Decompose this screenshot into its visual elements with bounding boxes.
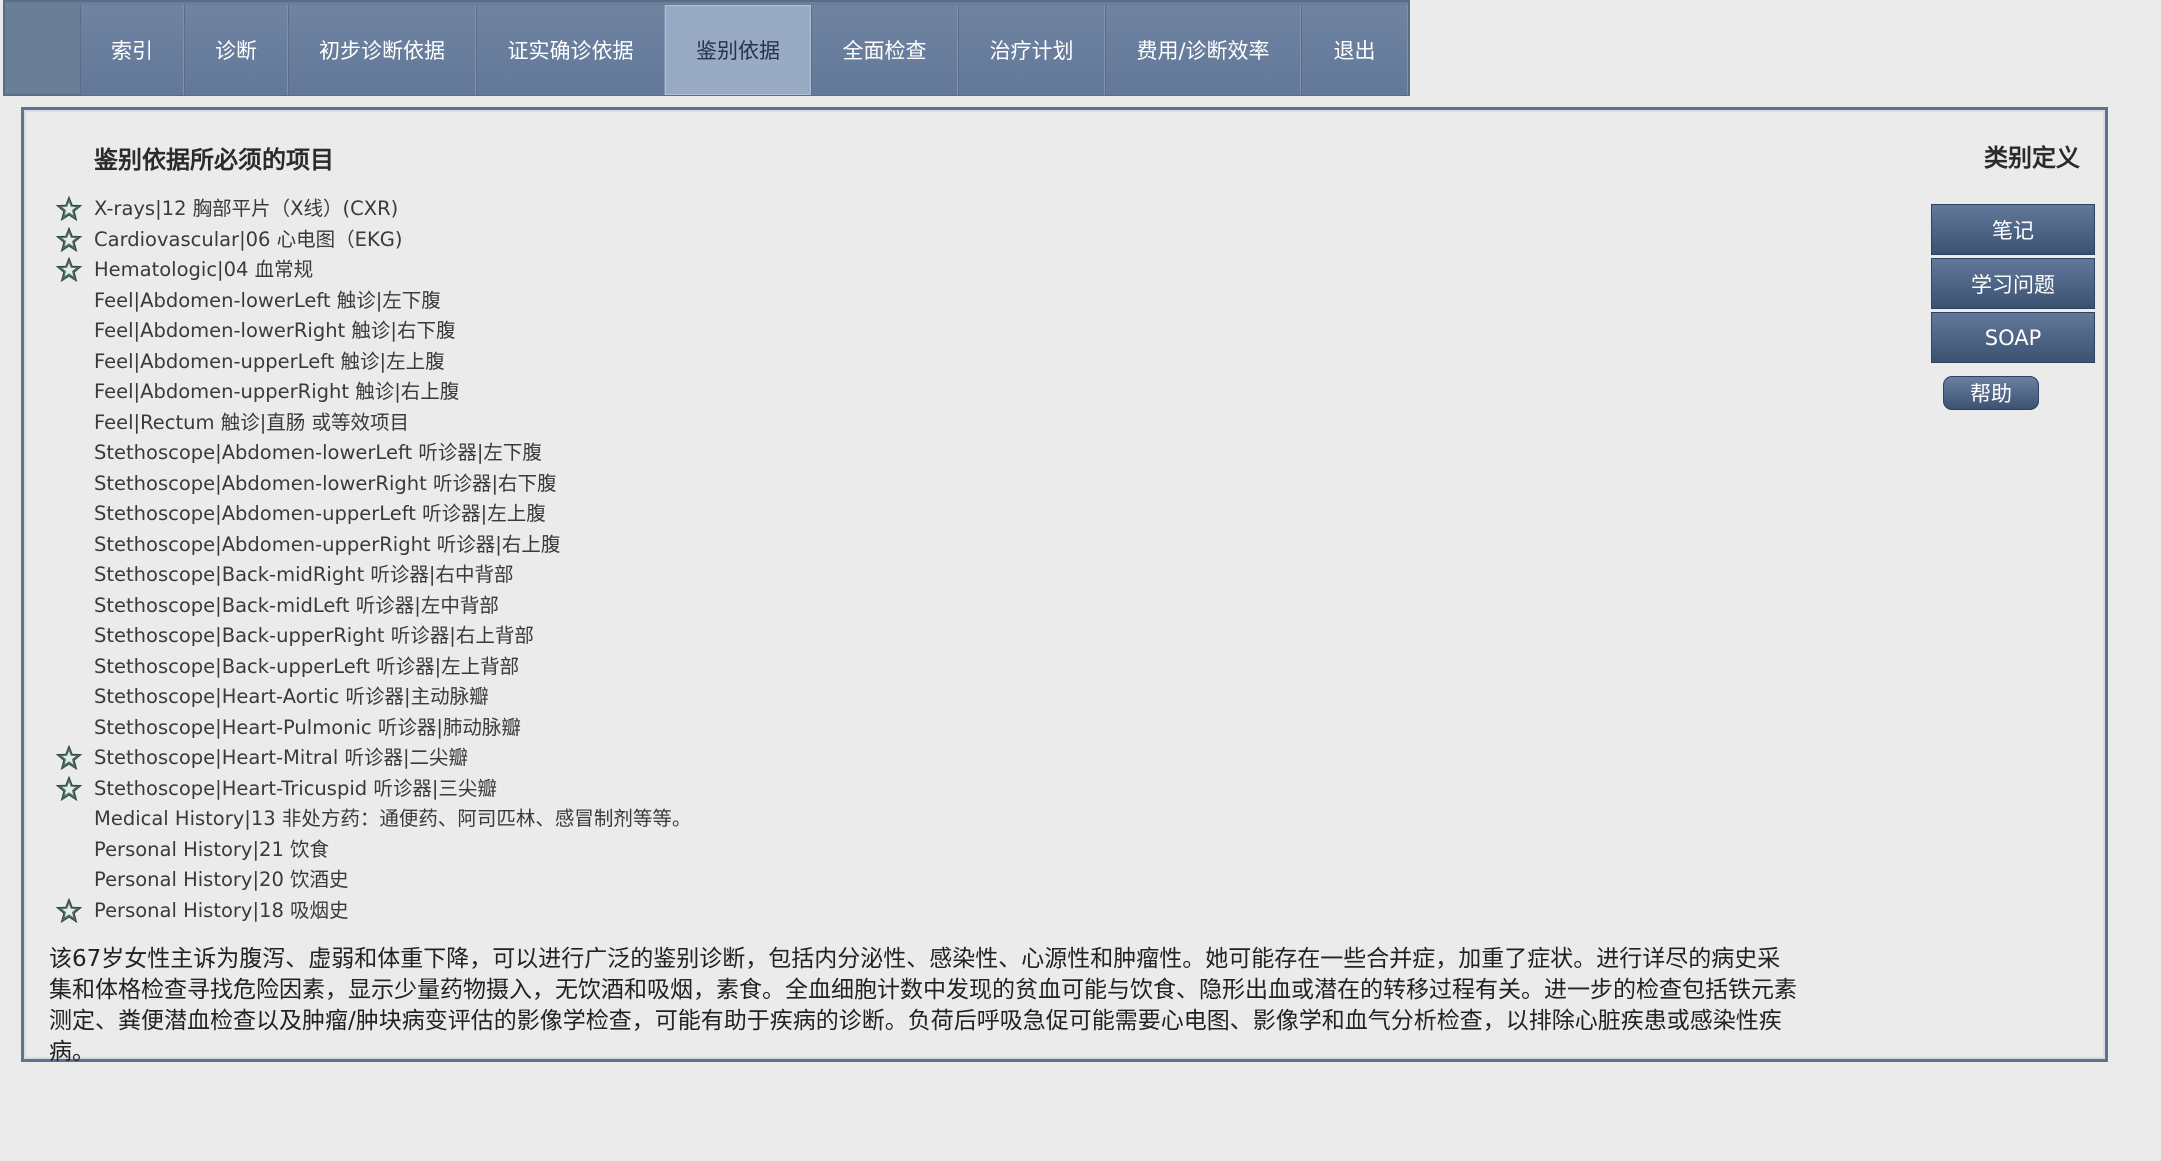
side-button-group: 笔记 学习问题 SOAP	[1931, 204, 2095, 366]
tab-diagnosis[interactable]: 诊断	[184, 5, 288, 95]
list-item: X-rays|12 胸部平片（X线）(CXR)	[55, 194, 691, 225]
list-item: Stethoscope|Back-upperRight 听诊器|右上背部	[56, 621, 691, 652]
star-icon	[55, 226, 83, 253]
list-item-label: Cardiovascular|06 心电图（EKG)	[94, 227, 403, 251]
list-item: Stethoscope|Abdomen-upperRight 听诊器|右上腹	[56, 530, 691, 561]
tab-preliminary-basis[interactable]: 初步诊断依据	[288, 5, 476, 95]
soap-button[interactable]: SOAP	[1931, 312, 2095, 363]
list-item-label: Stethoscope|Back-upperLeft 听诊器|左上背部	[94, 654, 520, 678]
star-icon	[55, 897, 83, 924]
tab-cost-efficiency[interactable]: 费用/诊断效率	[1105, 5, 1301, 95]
list-item: Personal History|20 饮酒史	[56, 865, 691, 896]
required-items-list: X-rays|12 胸部平片（X线）(CXR) Cardiovascular|06…	[55, 194, 691, 927]
list-item: Feel|Abdomen-upperRight 触诊|右上腹	[56, 377, 691, 408]
list-item-label: Stethoscope|Heart-Pulmonic 听诊器|肺动脉瓣	[94, 715, 521, 739]
list-item-label: Feel|Abdomen-upperLeft 触诊|左上腹	[94, 349, 445, 373]
list-item: Stethoscope|Heart-Tricuspid 听诊器|三尖瓣	[55, 774, 691, 805]
list-item-label: Feel|Abdomen-lowerRight 触诊|右下腹	[94, 319, 456, 342]
list-item-label: Stethoscope|Heart-Mitral 听诊器|二尖瓣	[94, 746, 469, 769]
list-item-label: Stethoscope|Back-midLeft 听诊器|左中背部	[94, 593, 499, 617]
list-item: Medical History|13 非处方药：通便药、阿司匹林、感冒制剂等等。	[56, 804, 691, 835]
top-nav-bar: 索引 诊断 初步诊断依据 证实确诊依据 鉴别依据 全面检查 治疗计划 费用/诊断…	[3, 0, 1410, 96]
star-icon	[55, 195, 83, 222]
list-item: Stethoscope|Back-upperLeft 听诊器|左上背部	[56, 652, 691, 683]
list-item: Stethoscope|Abdomen-lowerLeft 听诊器|左下腹	[56, 438, 691, 469]
list-item: Personal History|18 吸烟史	[55, 896, 691, 927]
star-icon	[55, 256, 83, 283]
list-item-label: Personal History|21 饮食	[94, 837, 330, 861]
list-item: Stethoscope|Abdomen-upperLeft 听诊器|左上腹	[56, 499, 691, 530]
page-title: 鉴别依据所必须的项目	[94, 146, 334, 174]
case-summary-text: 该67岁女性主诉为腹泻、虚弱和体重下降，可以进行广泛的鉴别诊断，包括内分泌性、感…	[49, 946, 1797, 1065]
list-item-label: Stethoscope|Abdomen-lowerRight 听诊器|右下腹	[94, 471, 557, 495]
differential-basis-panel: 鉴别依据所必须的项目 类别定义 X-rays|12 胸部平片（X线）(CXR) C…	[21, 107, 2108, 1065]
list-item-label: Medical History|13 非处方药：通便药、阿司匹林、感冒制剂等等。	[94, 807, 692, 830]
star-icon	[55, 744, 83, 771]
star-icon	[55, 775, 83, 802]
list-item: Feel|Abdomen-lowerLeft 触诊|左下腹	[56, 286, 691, 317]
help-button[interactable]: 帮助	[1943, 376, 2039, 410]
list-item: Personal History|21 饮食	[56, 835, 691, 866]
list-item-label: Stethoscope|Abdomen-upperLeft 听诊器|左上腹	[94, 502, 546, 525]
list-item: Stethoscope|Back-midRight 听诊器|右中背部	[56, 560, 691, 591]
list-item-label: Personal History|18 吸烟史	[94, 898, 349, 922]
list-item-label: Hematologic|04 血常规	[94, 258, 314, 281]
list-item-label: Feel|Abdomen-upperRight 触诊|右上腹	[94, 380, 460, 403]
list-item: Feel|Abdomen-upperLeft 触诊|左上腹	[56, 347, 691, 378]
list-item-label: Feel|Abdomen-lowerLeft 触诊|左下腹	[94, 288, 441, 312]
list-item-label: Stethoscope|Back-upperRight 听诊器|右上背部	[94, 624, 534, 647]
list-item-label: Stethoscope|Heart-Aortic 听诊器|主动脉瓣	[94, 685, 489, 708]
list-item: Stethoscope|Heart-Aortic 听诊器|主动脉瓣	[56, 682, 691, 713]
list-item-label: Stethoscope|Back-midRight 听诊器|右中背部	[94, 563, 514, 586]
tab-exit[interactable]: 退出	[1301, 5, 1408, 95]
list-item: Hematologic|04 血常规	[55, 255, 691, 286]
tab-confirmed-basis[interactable]: 证实确诊依据	[476, 5, 665, 95]
list-item: Stethoscope|Abdomen-lowerRight 听诊器|右下腹	[56, 469, 691, 500]
list-item-label: Stethoscope|Heart-Tricuspid 听诊器|三尖瓣	[94, 776, 497, 800]
list-item: Stethoscope|Heart-Mitral 听诊器|二尖瓣	[55, 743, 691, 774]
list-item-label: Stethoscope|Abdomen-lowerLeft 听诊器|左下腹	[94, 441, 542, 464]
list-item-label: Feel|Rectum 触诊|直肠 或等效项目	[94, 410, 409, 434]
list-item: Stethoscope|Back-midLeft 听诊器|左中背部	[56, 591, 691, 622]
list-item: Stethoscope|Heart-Pulmonic 听诊器|肺动脉瓣	[56, 713, 691, 744]
tab-differential-basis[interactable]: 鉴别依据	[665, 5, 811, 95]
list-item-label: Personal History|20 饮酒史	[94, 868, 349, 891]
list-item: Feel|Rectum 触诊|直肠 或等效项目	[56, 408, 691, 439]
tab-index[interactable]: 索引	[80, 5, 184, 95]
tab-treatment-plan[interactable]: 治疗计划	[958, 5, 1105, 95]
list-item: Feel|Abdomen-lowerRight 触诊|右下腹	[56, 316, 691, 347]
list-item-label: X-rays|12 胸部平片（X线）(CXR)	[94, 197, 399, 220]
list-item: Cardiovascular|06 心电图（EKG)	[55, 225, 691, 256]
category-definition-label: 类别定义	[1984, 144, 2080, 172]
tab-full-examination[interactable]: 全面检查	[811, 5, 958, 95]
list-item-label: Stethoscope|Abdomen-upperRight 听诊器|右上腹	[94, 532, 561, 556]
study-questions-button[interactable]: 学习问题	[1931, 258, 2095, 309]
notes-button[interactable]: 笔记	[1931, 204, 2095, 255]
